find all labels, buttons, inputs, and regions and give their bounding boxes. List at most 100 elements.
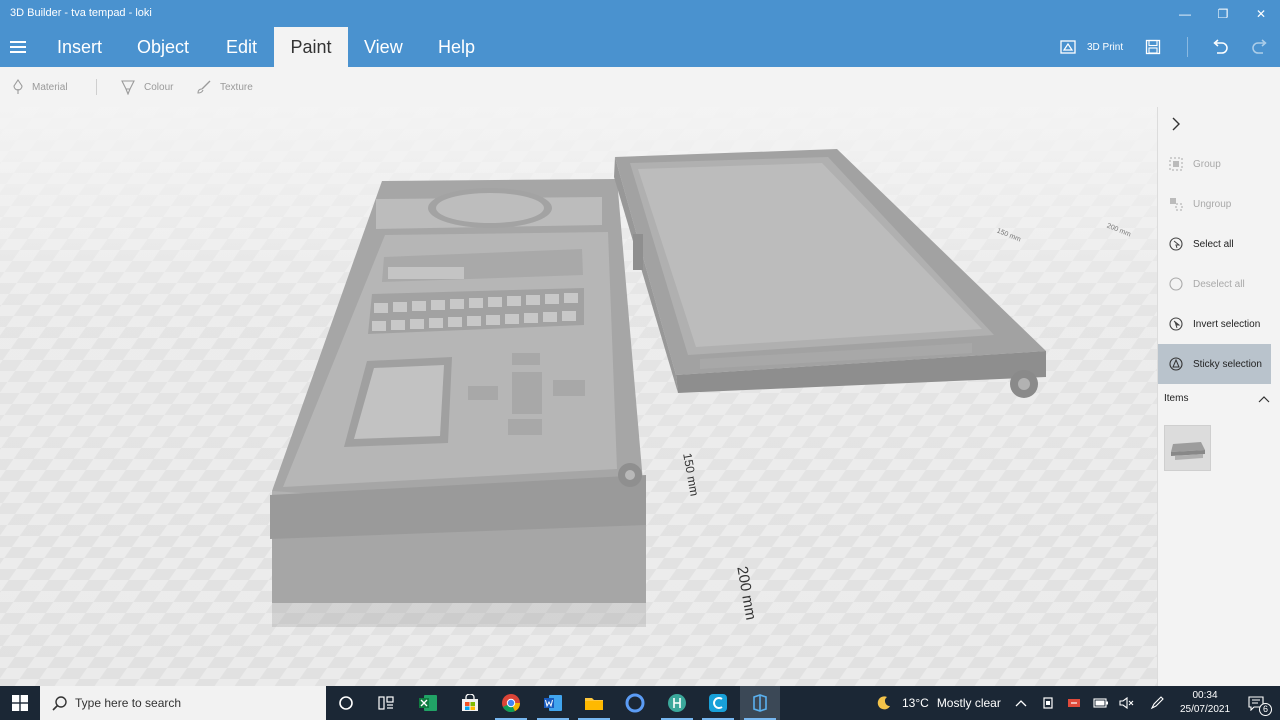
file-explorer-app[interactable] — [574, 686, 614, 720]
3d-viewport[interactable]: 150 mm 200 mm 150 mm 200 mm — [0, 107, 1157, 686]
menu-bar: Insert Object Edit Paint View Help 3D Pr… — [0, 27, 1280, 67]
paint-toolbar: Material Colour Texture — [0, 67, 1280, 107]
menu-paint[interactable]: Paint — [274, 27, 348, 67]
scene-svg — [0, 107, 1157, 686]
invert-selection-label: Invert selection — [1193, 318, 1261, 330]
group-icon — [1169, 157, 1183, 171]
material-label: Material — [32, 81, 68, 93]
task-view-icon — [378, 696, 394, 710]
group-button[interactable]: Group — [1158, 144, 1271, 184]
store-bag-icon — [462, 694, 478, 711]
select-all-icon — [1169, 237, 1183, 251]
save-button[interactable] — [1145, 27, 1161, 67]
weather-widget[interactable]: 13°C Mostly clear — [876, 686, 1001, 720]
menu-view[interactable]: View — [348, 27, 419, 67]
toolbar-divider — [96, 79, 97, 95]
c-app[interactable] — [698, 686, 738, 720]
pen-workspace-icon[interactable] — [1145, 686, 1169, 720]
windows-logo-icon — [12, 695, 28, 711]
ungroup-button[interactable]: Ungroup — [1158, 184, 1271, 224]
tray-app-icon[interactable] — [1036, 686, 1060, 720]
menu-insert[interactable]: Insert — [41, 27, 118, 67]
taskbar-clock[interactable]: 00:34 25/07/2021 — [1172, 689, 1238, 717]
windows-taskbar: Type here to search 13°C Mostly clear 00… — [0, 686, 1280, 720]
chrome-icon — [502, 694, 521, 713]
cortana-circle-icon — [339, 696, 353, 710]
clock-time: 00:34 — [1192, 690, 1218, 701]
folder-icon — [585, 698, 603, 710]
taskbar-search-box[interactable]: Type here to search — [40, 686, 326, 720]
items-header: Items — [1164, 393, 1189, 404]
menu-object[interactable]: Object — [121, 27, 205, 67]
colour-label: Colour — [144, 81, 174, 93]
ungroup-label: Ungroup — [1193, 198, 1232, 210]
moon-icon — [877, 696, 890, 710]
ungroup-icon — [1170, 198, 1183, 211]
deselect-all-button[interactable]: Deselect all — [1158, 264, 1271, 304]
tray-overflow-chevron-icon[interactable] — [1009, 686, 1033, 720]
menu-help[interactable]: Help — [422, 27, 491, 67]
menu-edit[interactable]: Edit — [210, 27, 273, 67]
search-icon — [52, 695, 67, 711]
3d-print-label: 3D Print — [1087, 41, 1124, 53]
cortana-button[interactable] — [326, 686, 366, 720]
maximize-button[interactable]: ❐ — [1204, 0, 1242, 27]
start-button[interactable] — [0, 686, 40, 720]
title-bar: 3D Builder - tva tempad - loki — ❐ ✕ — [0, 0, 1280, 27]
colour-tool[interactable]: Colour — [120, 79, 173, 95]
cortana-ring-icon — [625, 693, 645, 713]
texture-brush-icon — [197, 80, 211, 94]
sticky-selection-toggle[interactable]: Sticky selection — [1158, 344, 1271, 384]
tray-red-app-icon[interactable] — [1062, 686, 1086, 720]
minimize-button[interactable]: — — [1166, 0, 1204, 27]
task-view-button[interactable] — [366, 686, 406, 720]
redo-icon — [1252, 39, 1267, 54]
texture-label: Texture — [220, 81, 253, 93]
microsoft-store-app[interactable] — [450, 686, 490, 720]
notification-center-button[interactable]: 6 — [1240, 686, 1272, 720]
undo-icon — [1213, 39, 1228, 54]
close-button[interactable]: ✕ — [1242, 0, 1280, 27]
menu-divider — [1187, 37, 1188, 57]
chrome-app[interactable] — [491, 686, 531, 720]
search-placeholder: Type here to search — [75, 696, 182, 710]
3d-builder-app[interactable] — [740, 686, 780, 720]
group-label: Group — [1193, 158, 1221, 170]
word-app[interactable] — [533, 686, 573, 720]
weather-description: Mostly clear — [936, 696, 1001, 710]
excel-app[interactable] — [408, 686, 448, 720]
deselect-all-label: Deselect all — [1193, 278, 1245, 290]
select-all-label: Select all — [1193, 238, 1234, 250]
items-collapse-chevron-icon[interactable] — [1258, 395, 1270, 403]
h-app-icon — [668, 694, 686, 712]
material-icon — [13, 79, 23, 94]
undo-button[interactable] — [1211, 27, 1229, 67]
redo-button[interactable] — [1251, 27, 1269, 67]
3d-builder-icon — [753, 694, 767, 712]
selection-panel: Group Ungroup Select all Deselect all In… — [1157, 107, 1280, 686]
deselect-all-icon — [1169, 277, 1183, 291]
teal-app[interactable] — [657, 686, 697, 720]
c-app-icon — [709, 694, 727, 712]
material-tool[interactable]: Material — [12, 79, 68, 95]
word-icon — [544, 695, 562, 711]
invert-selection-icon — [1169, 317, 1183, 331]
invert-selection-button[interactable]: Invert selection — [1158, 304, 1271, 344]
sticky-selection-label: Sticky selection — [1193, 358, 1262, 370]
item-thumbnail[interactable] — [1164, 425, 1211, 471]
3d-print-button[interactable]: 3D Print — [1059, 27, 1123, 67]
save-icon — [1145, 39, 1161, 55]
battery-icon[interactable] — [1089, 686, 1113, 720]
texture-tool[interactable]: Texture — [196, 79, 253, 95]
weather-temperature: 13°C — [902, 696, 929, 710]
hamburger-menu-icon[interactable] — [10, 41, 26, 53]
clock-date: 25/07/2021 — [1179, 704, 1231, 715]
printer-icon — [1060, 40, 1076, 54]
collapse-panel-chevron-icon[interactable] — [1170, 117, 1182, 131]
cortana-app[interactable] — [615, 686, 655, 720]
window-title: 3D Builder - tva tempad - loki — [10, 7, 152, 19]
model-thumbnail-icon — [1171, 442, 1205, 460]
excel-icon — [419, 695, 437, 711]
volume-muted-icon[interactable] — [1115, 686, 1139, 720]
select-all-button[interactable]: Select all — [1158, 224, 1271, 264]
